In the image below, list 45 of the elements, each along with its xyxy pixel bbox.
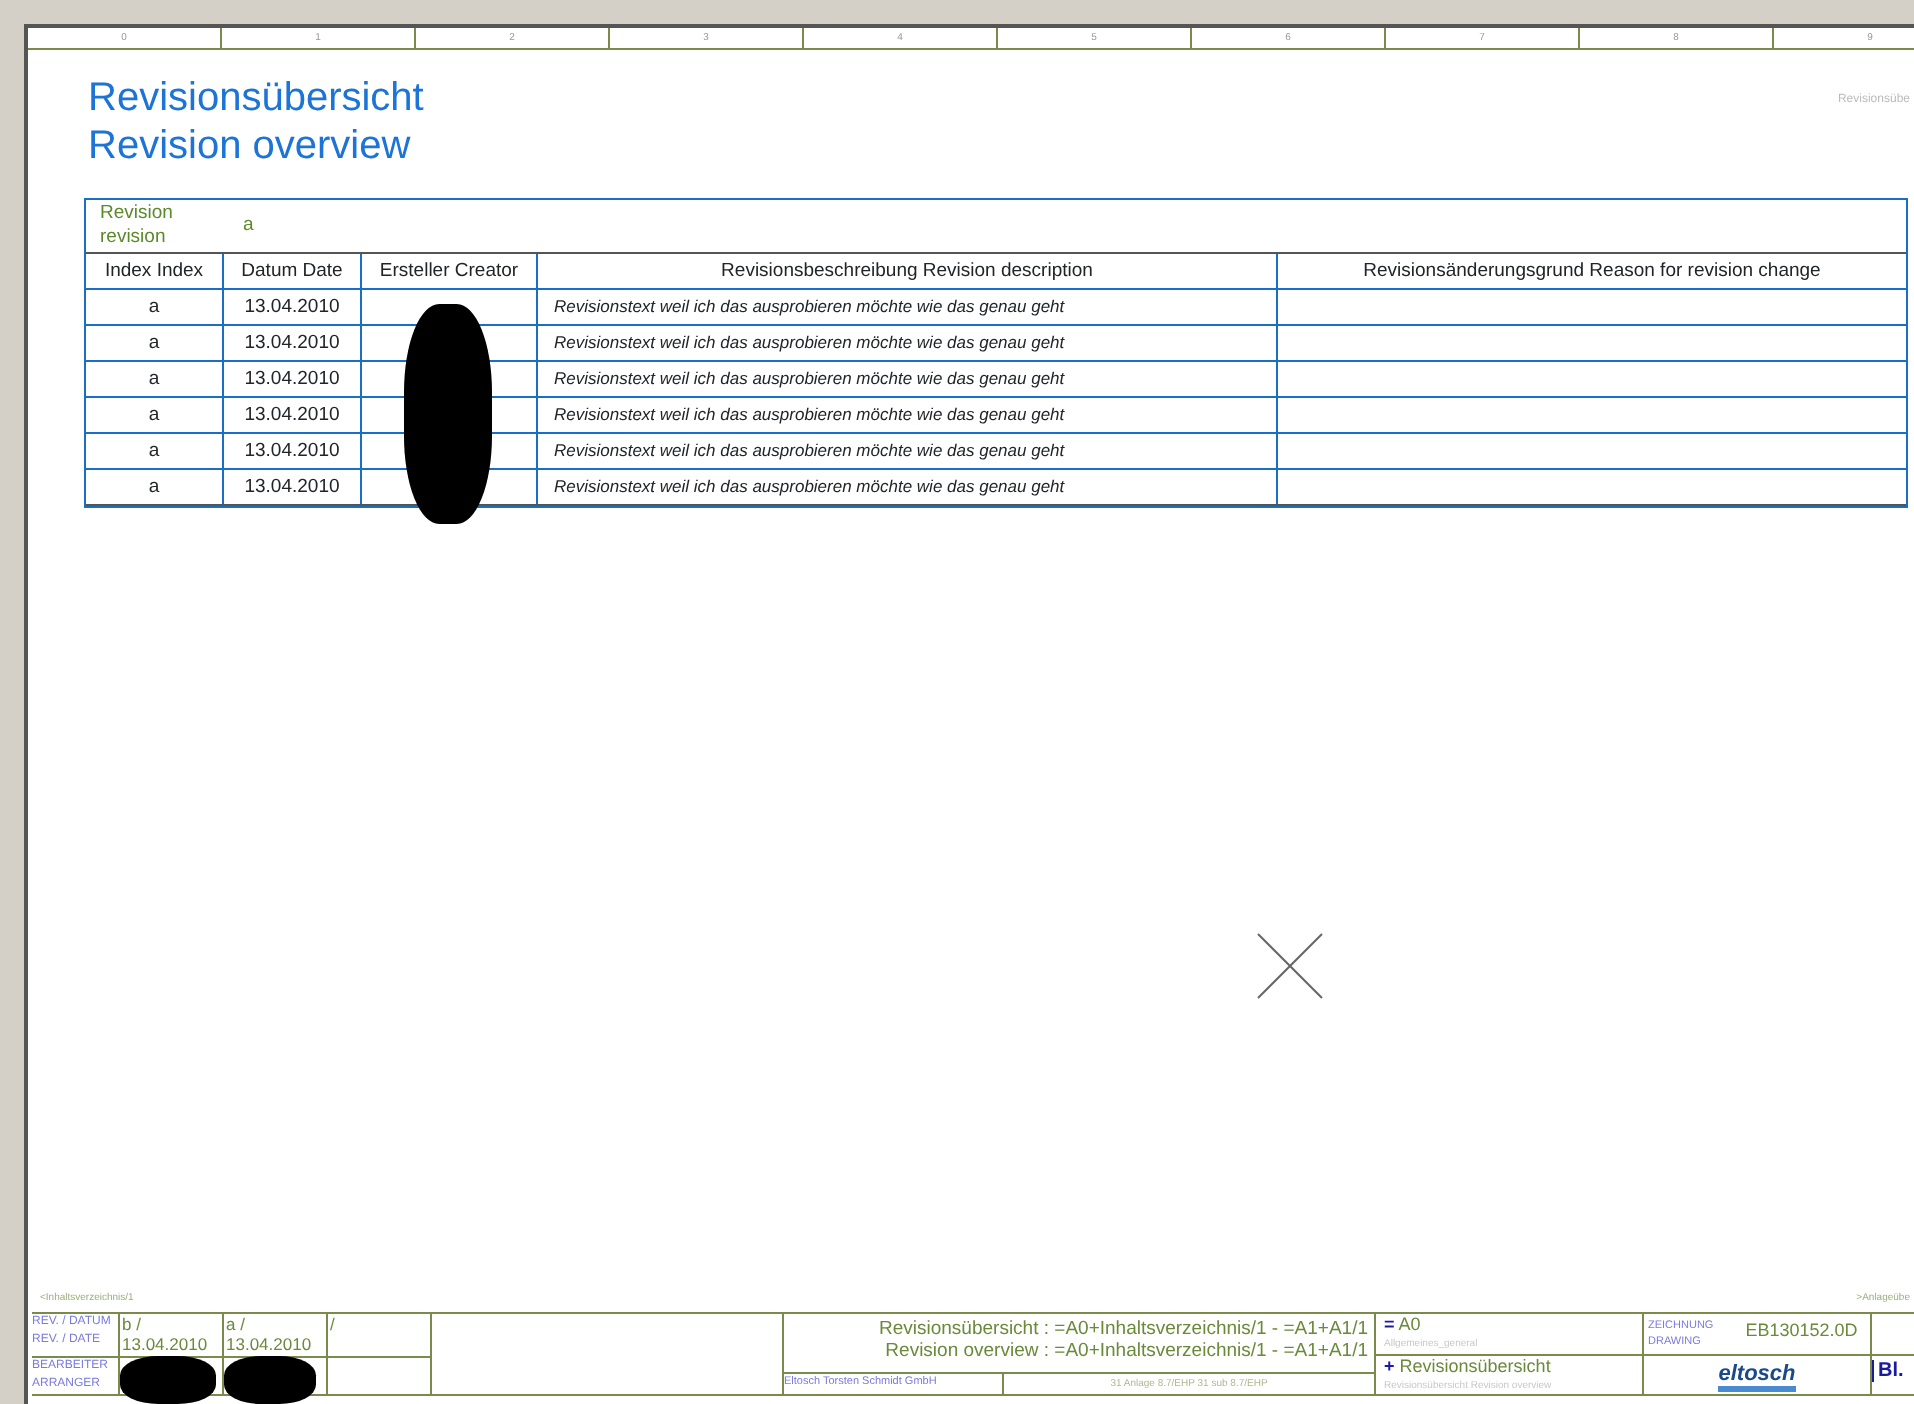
table-cell: 13.04.2010 [224, 326, 362, 360]
designation-sign: + [1384, 1356, 1395, 1376]
redaction-mark [120, 1356, 216, 1404]
designation-value: A0 [1398, 1314, 1421, 1334]
cross-mark-icon [1256, 932, 1324, 1000]
revision-value: a [242, 211, 254, 240]
designation-sign: = [1384, 1314, 1395, 1334]
column-header: Ersteller Creator [362, 254, 538, 288]
revision-label: revision [100, 226, 168, 250]
revision-letter: b / [122, 1314, 143, 1334]
table-cell: 13.04.2010 [224, 362, 362, 396]
page-title: Revisionsübersicht [88, 74, 424, 122]
page-title: Revision overview [88, 122, 411, 170]
table-cell: Revisionstext weil ich das ausprobieren möchte wie das genau geht [538, 434, 1278, 468]
table-cell: a [86, 470, 224, 504]
table-cell: Revisionstext weil ich das ausprobieren möchte wie das genau geht [538, 470, 1278, 504]
table-cell: 13.04.2010 [224, 290, 362, 324]
revision-date: 13.04.2010 [122, 1334, 210, 1354]
column-header: Revisionsbeschreibung Revision description [538, 254, 1278, 288]
designation-value: Revisionsübersicht [1399, 1356, 1551, 1376]
sheet-label: Bl. [1872, 1360, 1904, 1382]
revision-letter: / [330, 1314, 337, 1334]
table-cell: Revisionstext weil ich das ausprobieren möchte wie das genau geht [538, 290, 1278, 324]
table-cell: 13.04.2010 [224, 434, 362, 468]
revision-date: 13.04.2010 [226, 1334, 314, 1354]
table-cell: a [86, 362, 224, 396]
table-cell: a [86, 290, 224, 324]
company-logo: eltosch [1718, 1362, 1796, 1392]
revision-letter: a / [226, 1314, 247, 1334]
drawing-number: EB130152.0D [1745, 1318, 1858, 1344]
table-cell: a [86, 398, 224, 432]
sheet-description: Revision overview : =A0+Inhaltsverzeichnis/1 - =A1+A1/1 [883, 1340, 1368, 1362]
table-cell: 13.04.2010 [224, 470, 362, 504]
table-cell: Revisionstext weil ich das ausprobieren möchte wie das genau geht [538, 398, 1278, 432]
table-cell: Revisionstext weil ich das ausprobieren möchte wie das genau geht [538, 362, 1278, 396]
redaction-mark [224, 1356, 316, 1404]
sheet-description: Revisionsübersicht : =A0+Inhaltsverzeichnis/1 - =A1+A1/1 [877, 1318, 1368, 1340]
column-header: Datum Date [224, 254, 362, 288]
table-cell: Revisionstext weil ich das ausprobieren möchte wie das genau geht [538, 326, 1278, 360]
table-cell: a [86, 434, 224, 468]
revision-label: Revision [100, 202, 173, 226]
table-cell: 13.04.2010 [224, 398, 362, 432]
column-header: Index Index [86, 254, 224, 288]
column-header: Revisionsänderungsgrund Reason for revision change [1361, 258, 1823, 286]
table-cell: a [86, 326, 224, 360]
